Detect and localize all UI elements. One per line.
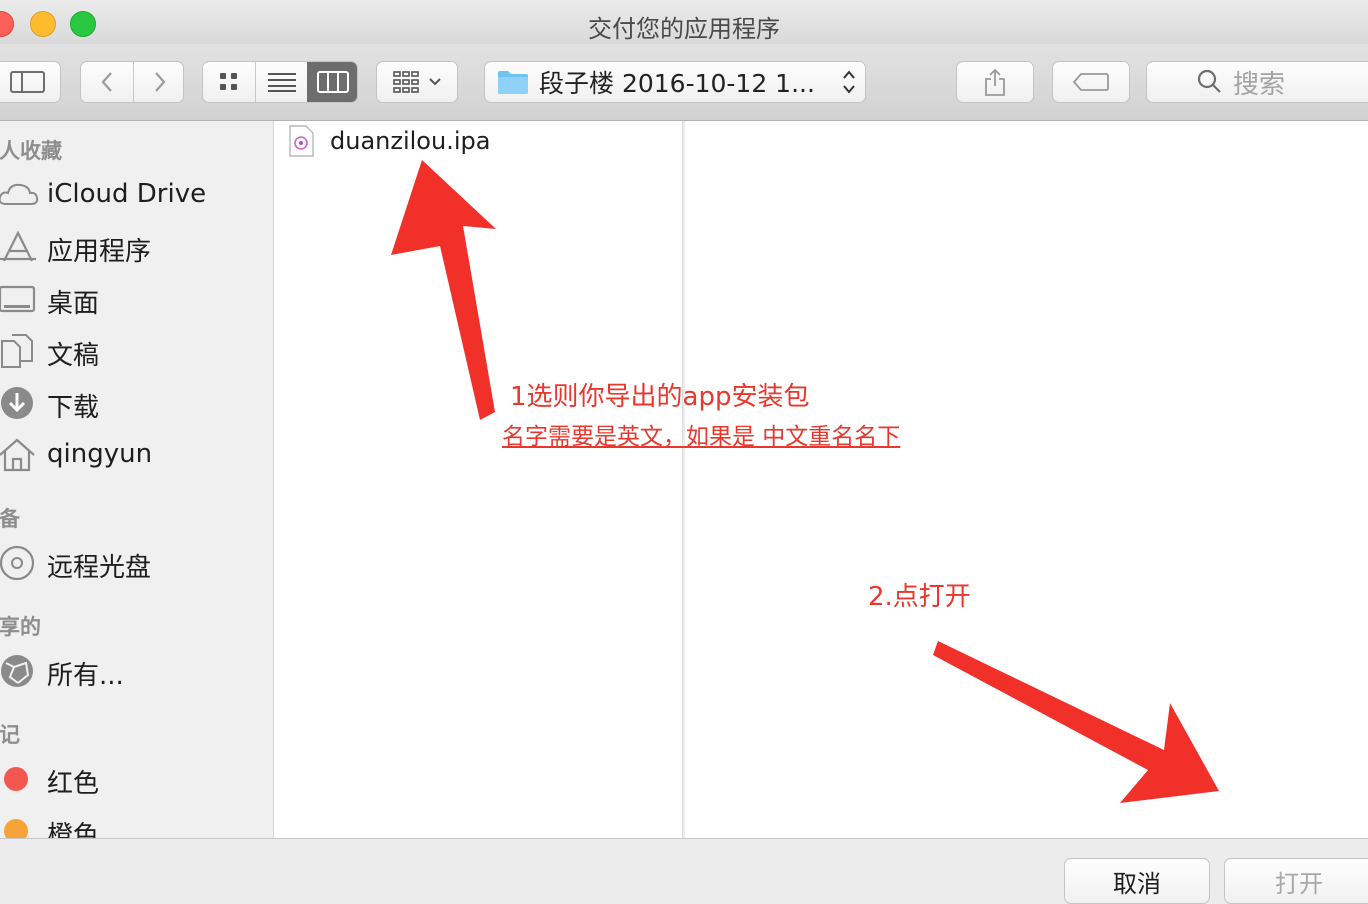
- chevron-left-icon: [101, 72, 112, 92]
- sidebar-item-applications[interactable]: 应用程序: [0, 225, 273, 269]
- path-label: 段子楼 2016-10-12 1...: [539, 69, 815, 98]
- tag-button[interactable]: [1052, 61, 1130, 103]
- file-item[interactable]: duanzilou.ipa: [288, 123, 668, 159]
- network-icon: [1, 655, 33, 687]
- grid-icon: [220, 73, 237, 90]
- nav-buttons: [80, 61, 184, 103]
- sidebar-item-label: 桌面: [47, 289, 100, 319]
- toolbar: 段子楼 2016-10-12 1... 搜索: [0, 44, 1368, 121]
- search-placeholder: 搜索: [1233, 69, 1286, 100]
- back-button[interactable]: [81, 62, 133, 102]
- sidebar-item-label: qingyun: [47, 439, 153, 469]
- list-view-button[interactable]: [256, 62, 307, 102]
- columns-icon: [317, 71, 349, 93]
- bottom-bar: 取消 打开: [0, 838, 1368, 904]
- orange-tag-icon: [4, 819, 28, 838]
- sidebar-item-label: 所有...: [47, 661, 124, 691]
- chevron-right-icon: [154, 72, 165, 92]
- arrange-grid-icon: [393, 71, 419, 93]
- desktop-icon: [0, 285, 36, 313]
- title-bar: 交付您的应用程序: [0, 0, 1368, 44]
- updown-chevron-icon: [843, 70, 855, 94]
- cancel-button[interactable]: 取消: [1064, 858, 1210, 904]
- sidebar-item-label: 橙色: [47, 821, 100, 838]
- home-icon: [0, 438, 35, 472]
- step1-note: 名字需要是英文，如果是 中文重名名下: [502, 424, 901, 450]
- list-icon: [267, 73, 296, 92]
- share-icon: [985, 68, 1005, 96]
- sidebar-item-label: 红色: [47, 769, 100, 799]
- open-button[interactable]: 打开: [1224, 858, 1368, 904]
- sidebar-item-documents[interactable]: 文稿: [0, 329, 273, 373]
- sidebar-item-tag-orange[interactable]: 橙色: [0, 809, 273, 838]
- chevron-down-icon: [429, 78, 441, 86]
- folder-icon: [498, 71, 528, 94]
- sidebar-item-label: iCloud Drive: [47, 179, 207, 209]
- ipa-file-icon: [289, 125, 314, 157]
- sidebar-item-all-shared[interactable]: 所有...: [0, 649, 273, 693]
- forward-button[interactable]: [134, 62, 185, 102]
- icon-view-button[interactable]: [203, 62, 255, 102]
- sidebar-icon: [9, 71, 45, 93]
- search-field[interactable]: 搜索: [1146, 61, 1368, 103]
- path-popup[interactable]: 段子楼 2016-10-12 1...: [484, 61, 866, 103]
- sidebar-toggle-button[interactable]: [0, 61, 61, 103]
- sidebar-item-desktop[interactable]: 桌面: [0, 277, 273, 321]
- documents-icon: [1, 334, 33, 368]
- sidebar-item-label: 远程光盘: [47, 553, 152, 583]
- applications-icon: [0, 230, 36, 262]
- disc-icon: [0, 545, 35, 581]
- sidebar-item-downloads[interactable]: 下载: [0, 381, 273, 425]
- favorites-header: 个人收藏: [0, 139, 62, 163]
- downloads-icon: [1, 387, 33, 419]
- cloud-icon: [0, 183, 39, 205]
- file-column: duanzilou.ipa: [274, 121, 683, 838]
- sidebar-item-label: 应用程序: [47, 237, 152, 267]
- red-tag-icon: [4, 767, 28, 791]
- devices-header: 设备: [0, 507, 20, 531]
- window-title: 交付您的应用程序: [588, 15, 780, 43]
- shared-header: 共享的: [0, 615, 41, 639]
- sidebar: 个人收藏 iCloud Drive 应用程序 桌面 文稿 下载 qingyun …: [0, 121, 274, 838]
- preview-column: [685, 121, 1368, 838]
- step2-annotation: 2.点打开: [868, 582, 971, 612]
- sidebar-item-label: 文稿: [47, 341, 100, 371]
- tags-header: 标记: [0, 723, 20, 747]
- search-icon: [1197, 69, 1221, 93]
- sidebar-item-icloud-drive[interactable]: iCloud Drive: [0, 173, 273, 217]
- file-name: duanzilou.ipa: [330, 127, 491, 155]
- sidebar-item-home[interactable]: qingyun: [0, 433, 273, 477]
- sidebar-item-tag-red[interactable]: 红色: [0, 757, 273, 801]
- step1-annotation: 1选则你导出的app安装包: [510, 382, 810, 412]
- view-mode-control: [202, 61, 358, 103]
- arrange-button[interactable]: [376, 61, 458, 103]
- column-view-button[interactable]: [307, 62, 357, 102]
- sidebar-item-label: 下载: [47, 393, 100, 423]
- share-button[interactable]: [956, 61, 1034, 103]
- sidebar-item-remote-disc[interactable]: 远程光盘: [0, 541, 273, 585]
- tag-icon: [1073, 73, 1109, 91]
